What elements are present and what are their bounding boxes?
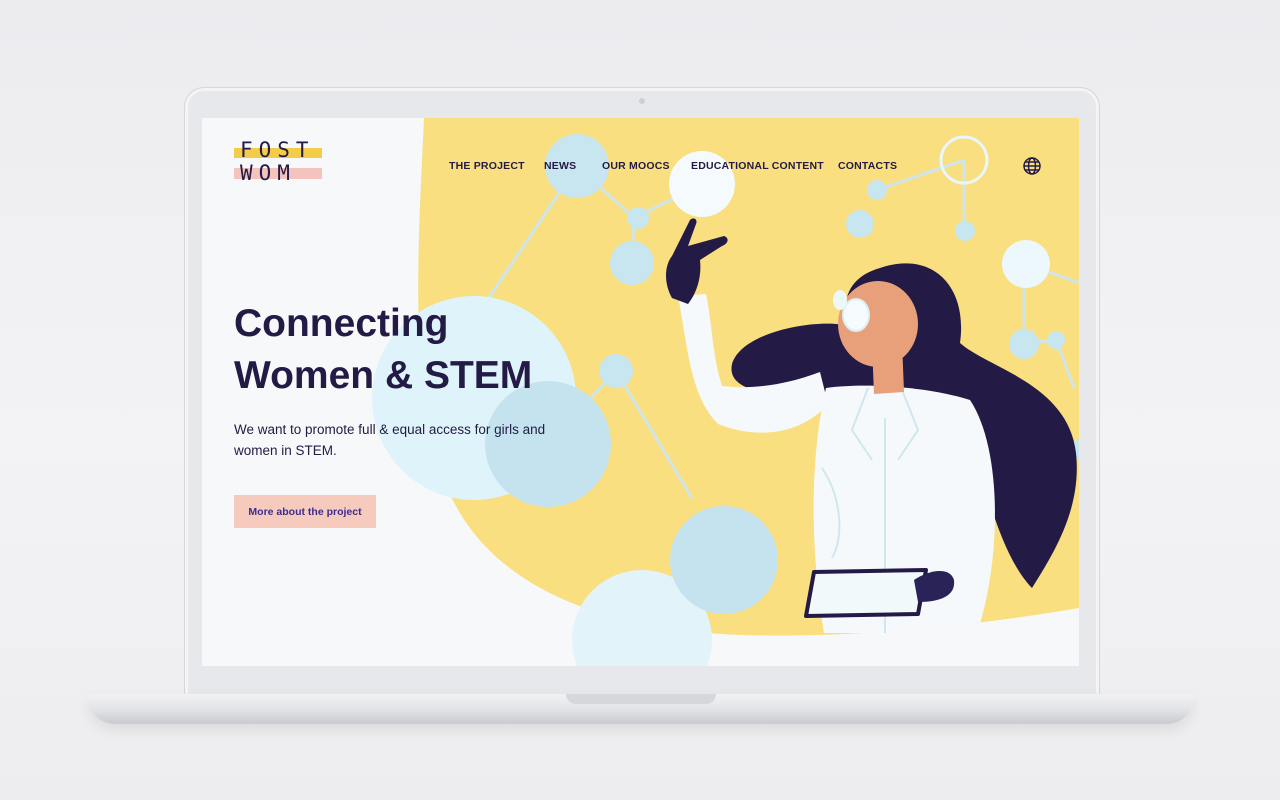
camera-dot — [639, 98, 645, 104]
laptop-notch — [566, 694, 716, 704]
nav-item-our-moocs[interactable]: OUR MOOCS — [602, 160, 670, 172]
nav-item-news[interactable]: NEWS — [544, 160, 576, 172]
more-about-project-button[interactable]: More about the project — [234, 495, 376, 528]
logo-line-2: WOM — [240, 161, 296, 185]
nav-item-educational-content[interactable]: EDUCATIONAL CONTENT — [691, 160, 824, 172]
laptop-base — [88, 694, 1194, 724]
nav-item-the-project[interactable]: THE PROJECT — [449, 160, 525, 172]
hero-title-line-2: Women & STEM — [234, 354, 533, 397]
logo-line-1: FOST — [240, 138, 315, 162]
site-logo[interactable]: FOST WOM — [234, 138, 324, 184]
website-screen: FOST WOM THE PROJECT NEWS OUR MOOCS EDUC… — [202, 118, 1079, 666]
hero-title-line-1: Connecting — [234, 302, 449, 345]
globe-icon[interactable] — [1022, 156, 1042, 176]
hero-title: Connecting Women & STEM — [234, 298, 594, 402]
hero-subtitle: We want to promote full & equal access f… — [234, 422, 546, 458]
nav-item-contacts[interactable]: CONTACTS — [838, 160, 897, 172]
